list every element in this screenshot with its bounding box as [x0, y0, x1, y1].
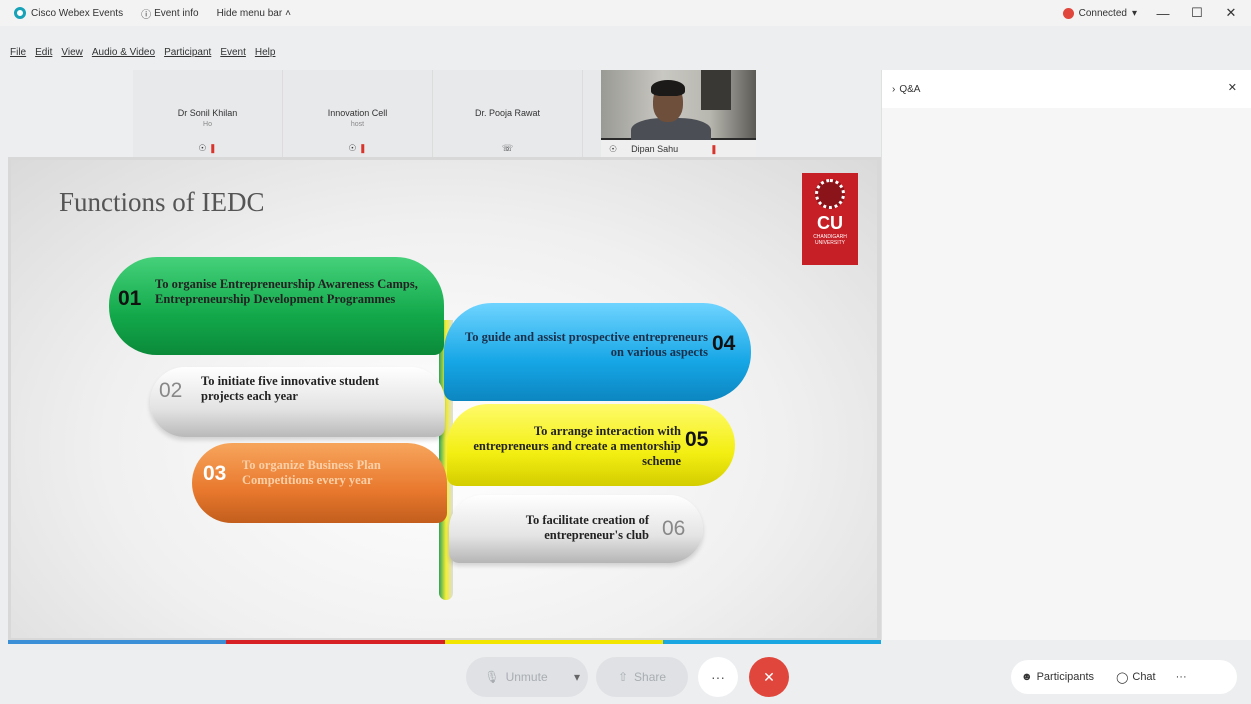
minimize-button[interactable]: —: [1155, 6, 1171, 21]
video-namebar: ☉ Dipan Sahu ❚: [601, 140, 756, 158]
leave-event-button[interactable]: ✕: [749, 657, 789, 697]
panel-controls: ☻ Participants ◯ Chat ···: [1011, 660, 1237, 694]
slide-title: Functions of IEDC: [59, 187, 265, 217]
mic-muted-icon: ❚: [710, 143, 718, 154]
participant-card[interactable]: Dr. Pooja Rawat ☏: [433, 70, 583, 158]
color-segment: [226, 640, 445, 644]
slide-color-bar: [8, 640, 881, 644]
participants-label: Participants: [1036, 671, 1095, 683]
item-text: To facilitate creation of entrepreneur's…: [525, 513, 649, 542]
menu-edit[interactable]: Edit: [35, 47, 52, 63]
participant-role: host: [350, 121, 365, 128]
hide-menu-label: Hide menu bar: [216, 7, 283, 19]
participant-name: Innovation Cell: [327, 108, 388, 118]
connection-icon: [1062, 7, 1074, 19]
share-label: Share: [634, 670, 667, 684]
chevron-down-icon: ▾: [1131, 7, 1137, 19]
chevron-up-icon: ˄: [285, 7, 291, 19]
university-logo: CU CHANDIGARH UNIVERSITY: [802, 173, 858, 265]
participant-card[interactable]: Dr Sonil Khilan Ho ☉ ❚: [133, 70, 283, 158]
mic-muted-icon: ❚: [359, 143, 367, 153]
participant-video[interactable]: ☉ Dipan Sahu ❚: [601, 70, 756, 158]
mic-muted-icon: ❚: [209, 143, 217, 153]
info-icon: ⓘ: [141, 9, 152, 21]
participant-role: Ho: [203, 121, 212, 128]
color-segment: [444, 640, 663, 644]
hide-menu-bar-button[interactable]: Hide menu bar ˄: [217, 8, 291, 19]
slide: Functions of IEDC CU CHANDIGARH UNIVERSI…: [11, 160, 877, 638]
share-icon: ⇧: [617, 670, 629, 684]
color-segment: [662, 640, 881, 644]
audio-icon: ☉: [198, 143, 207, 153]
item-number: 06: [662, 517, 686, 540]
participants-icon: ☻: [1021, 671, 1033, 683]
app-name: Cisco Webex Events: [31, 7, 124, 19]
participant-name: Dr Sonil Khilan: [177, 108, 238, 118]
emblem-icon: [815, 179, 845, 209]
qa-title: Q&A: [899, 83, 921, 95]
connection-status[interactable]: Connected ▾: [1062, 7, 1137, 19]
audio-options-button[interactable]: ▾: [566, 657, 588, 697]
item-text: To guide and assist prospective entrepre…: [465, 330, 708, 359]
close-window-button[interactable]: ✕: [1223, 5, 1239, 21]
participant-strip: Dr Sonil Khilan Ho ☉ ❚ Innovation Cell h…: [133, 70, 601, 158]
item-text: To initiate five innovative student proj…: [201, 374, 380, 403]
connection-label: Connected: [1078, 7, 1127, 19]
qa-header[interactable]: › Q&A: [882, 70, 1251, 108]
chat-icon: ◯: [1116, 671, 1129, 684]
webex-logo-icon: [14, 7, 26, 19]
audio-icon: ☉: [609, 143, 618, 154]
qa-panel: › Q&A ✕: [881, 70, 1251, 640]
item-text: To organize Business Plan Competitions e…: [242, 458, 381, 487]
menu-view[interactable]: View: [61, 47, 83, 63]
logo-text: CU: [817, 213, 843, 233]
item-number: 04: [712, 332, 736, 355]
item-number: 05: [685, 428, 709, 451]
event-info-button[interactable]: ⓘ Event info: [141, 6, 198, 21]
item-number: 02: [159, 379, 183, 402]
maximize-button[interactable]: ☐: [1189, 5, 1205, 21]
participants-button[interactable]: ☻ Participants: [1021, 671, 1094, 683]
audio-icon: ☉: [348, 143, 357, 153]
unmute-label: Unmute: [505, 670, 548, 684]
chevron-right-icon: ›: [892, 83, 896, 95]
logo-subtext: CHANDIGARH UNIVERSITY: [813, 234, 847, 246]
menu-file[interactable]: File: [10, 47, 26, 63]
item-number: 03: [203, 462, 227, 485]
event-info-label: Event info: [154, 7, 199, 19]
more-options-button[interactable]: ···: [698, 657, 738, 697]
meeting-controls: 🎙 Unmute ▾ ⇧ Share ··· ✕: [0, 655, 881, 699]
close-qa-icon[interactable]: ✕: [1228, 81, 1237, 94]
chevron-down-icon: ▾: [573, 670, 581, 684]
unmute-button[interactable]: 🎙 Unmute: [466, 657, 566, 697]
chat-label: Chat: [1132, 671, 1156, 683]
chat-button[interactable]: ◯ Chat: [1116, 671, 1156, 684]
video-participant-name: Dipan Sahu: [631, 144, 679, 154]
menu-event[interactable]: Event: [220, 47, 246, 63]
shared-content: Functions of IEDC CU CHANDIGARH UNIVERSI…: [8, 157, 881, 644]
mic-icon: 🎙: [484, 670, 500, 684]
video-door: [701, 70, 731, 110]
menu-help[interactable]: Help: [255, 47, 276, 63]
menu-audio-video[interactable]: Audio & Video: [92, 47, 155, 63]
menu-participant[interactable]: Participant: [164, 47, 211, 63]
title-bar: Cisco Webex Events ⓘ Event info Hide men…: [0, 0, 1251, 26]
item-number: 01: [118, 287, 142, 310]
participant-card[interactable]: Innovation Cell host ☉ ❚: [283, 70, 433, 158]
item-text: To arrange interaction with entrepreneur…: [473, 424, 681, 468]
phone-audio-icon: ☏: [501, 143, 514, 153]
participant-name: Dr. Pooja Rawat: [474, 108, 541, 118]
more-panels-button[interactable]: ···: [1176, 671, 1187, 683]
color-segment: [8, 640, 227, 644]
video-person-hair: [651, 80, 685, 96]
share-button[interactable]: ⇧ Share: [596, 657, 688, 697]
app-title: Cisco Webex Events: [14, 7, 123, 19]
menu-bar: File Edit View Audio & Video Participant…: [0, 47, 275, 63]
item-text: To organise Entrepreneurship Awareness C…: [155, 277, 418, 306]
